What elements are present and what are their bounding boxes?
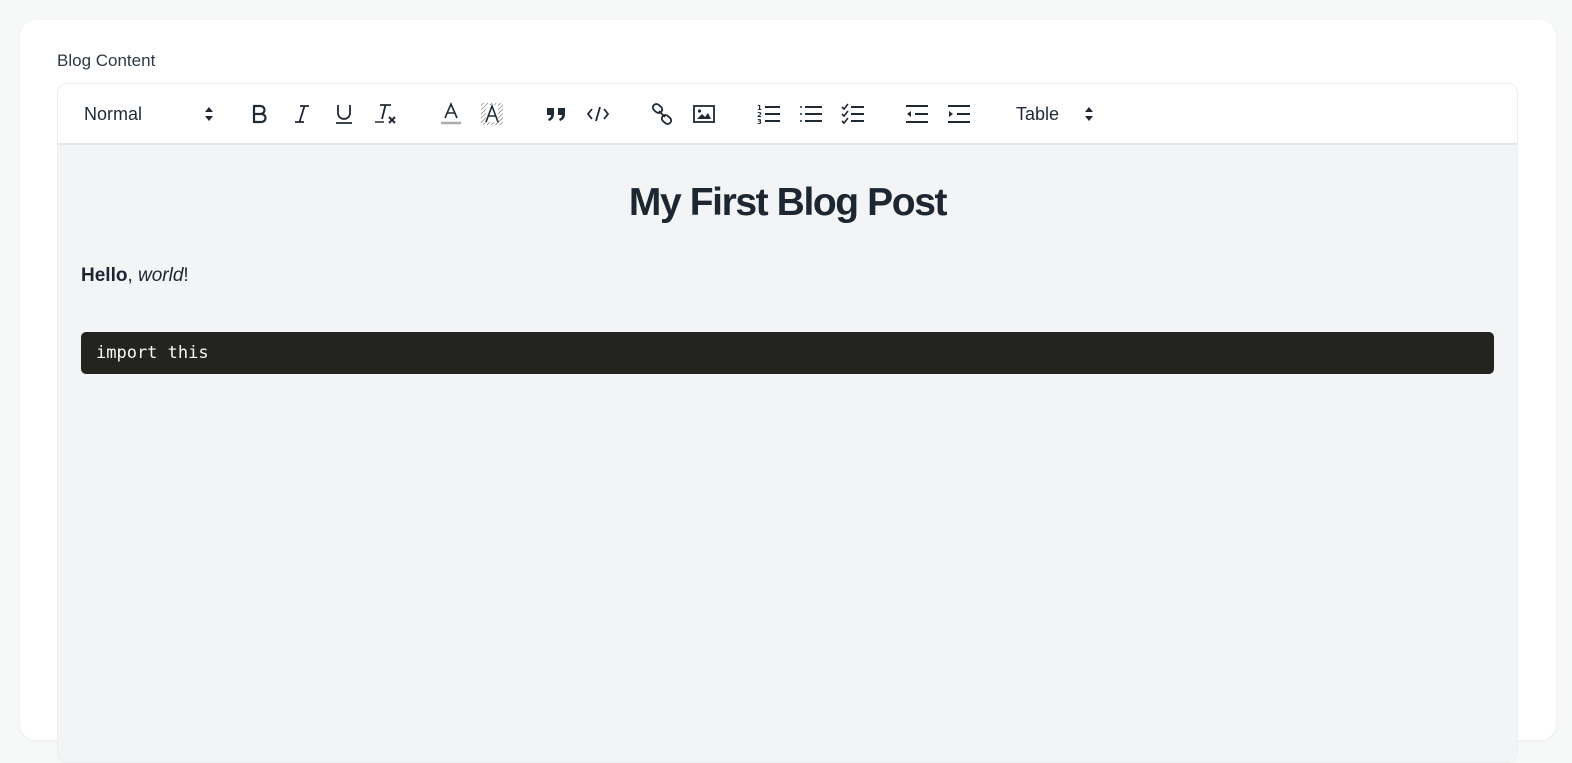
quote-icon — [545, 105, 567, 123]
code-block-button[interactable] — [585, 100, 611, 128]
outdent-icon — [905, 103, 929, 125]
code-icon — [586, 106, 610, 122]
italic-button[interactable] — [289, 100, 315, 128]
link-icon — [651, 103, 673, 125]
indent-icon — [947, 103, 971, 125]
select-arrows-icon — [204, 106, 214, 122]
check-list-icon — [841, 103, 865, 125]
bold-icon — [251, 104, 269, 124]
check-list-button[interactable] — [840, 100, 866, 128]
editor-toolbar: Normal 1 2 3 Table — [58, 84, 1517, 145]
background-color-button[interactable] — [479, 100, 505, 128]
bold-text: Hello — [81, 265, 128, 286]
ordered-list-button[interactable]: 123 — [756, 100, 782, 128]
table-select-value: Table — [1016, 103, 1060, 124]
text-color-button[interactable] — [438, 100, 464, 128]
select-arrows-icon — [1084, 106, 1094, 122]
underline-icon — [334, 103, 354, 125]
image-button[interactable] — [691, 100, 717, 128]
ordered-list-icon: 123 — [757, 103, 781, 125]
end-text: ! — [183, 265, 189, 286]
bullet-list-icon — [799, 103, 823, 125]
text-color-icon — [440, 102, 462, 126]
blockquote-button[interactable] — [543, 100, 569, 128]
underline-button[interactable] — [331, 100, 357, 128]
background-color-icon — [480, 102, 504, 126]
image-icon — [693, 105, 715, 123]
outdent-button[interactable] — [904, 100, 930, 128]
header-format-select[interactable]: Normal — [84, 100, 214, 128]
post-title: My First Blog Post — [628, 181, 948, 224]
blog-form-card: Blog Content Normal 1 2 3 Table My First… — [20, 20, 1556, 763]
bold-button[interactable] — [247, 100, 273, 128]
header-format-value: Normal — [84, 103, 143, 124]
table-select[interactable]: Table — [1016, 100, 1094, 128]
rich-text-editor: Normal 1 2 3 Table My First Blog Post He… — [57, 83, 1518, 763]
bullet-list-button[interactable] — [798, 100, 824, 128]
link-button[interactable] — [649, 100, 675, 128]
indent-button[interactable] — [946, 100, 972, 128]
italic-icon — [293, 104, 311, 124]
separator-text: , — [127, 265, 139, 286]
code-block: import this — [81, 332, 1494, 374]
clear-formatting-icon — [374, 103, 398, 125]
svg-text:3: 3 — [757, 118, 762, 125]
italic-text: world — [138, 265, 184, 286]
clear-formatting-button[interactable] — [373, 100, 399, 128]
post-paragraph: Hello, world! — [81, 265, 189, 287]
field-label: Blog Content — [57, 51, 156, 70]
